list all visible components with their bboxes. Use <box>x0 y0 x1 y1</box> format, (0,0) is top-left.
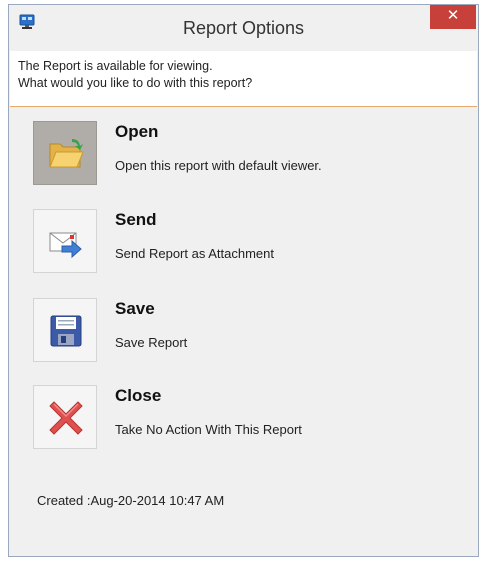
close-action[interactable]: Close Take No Action With This Report <box>33 385 463 453</box>
open-label: Open <box>115 122 159 141</box>
open-button[interactable] <box>33 121 97 185</box>
title-bar[interactable]: Report Options ✕ <box>9 5 478 51</box>
save-action[interactable]: Save Save Report <box>33 298 463 366</box>
send-label: Send <box>115 210 157 229</box>
save-description: Save Report <box>115 335 188 350</box>
message-panel: The Report is available for viewing. Wha… <box>10 51 477 107</box>
open-action[interactable]: Open Open this report with default viewe… <box>33 121 463 189</box>
close-description: Take No Action With This Report <box>115 422 302 437</box>
close-report-button[interactable] <box>33 385 97 449</box>
red-x-icon <box>49 401 83 435</box>
window-title: Report Options <box>182 18 305 38</box>
send-description: Send Report as Attachment <box>115 246 274 261</box>
message-line-2: What would you like to do with this repo… <box>18 76 253 90</box>
save-button[interactable] <box>33 298 97 362</box>
report-options-window: Report Options ✕ The Report is available… <box>8 4 479 557</box>
envelope-send-icon <box>49 232 82 259</box>
send-button[interactable] <box>33 209 97 273</box>
open-description: Open this report with default viewer. <box>115 158 322 173</box>
floppy-disk-icon <box>50 315 82 347</box>
created-timestamp: Created :Aug-20-2014 10:47 AM <box>37 493 225 508</box>
message-line-1: The Report is available for viewing. <box>18 59 213 73</box>
close-icon: ✕ <box>446 7 460 24</box>
folder-open-icon <box>49 139 84 168</box>
save-label: Save <box>115 299 155 318</box>
send-action[interactable]: Send Send Report as Attachment <box>33 209 463 277</box>
close-window-button[interactable]: ✕ <box>430 5 476 29</box>
close-label: Close <box>115 386 162 405</box>
